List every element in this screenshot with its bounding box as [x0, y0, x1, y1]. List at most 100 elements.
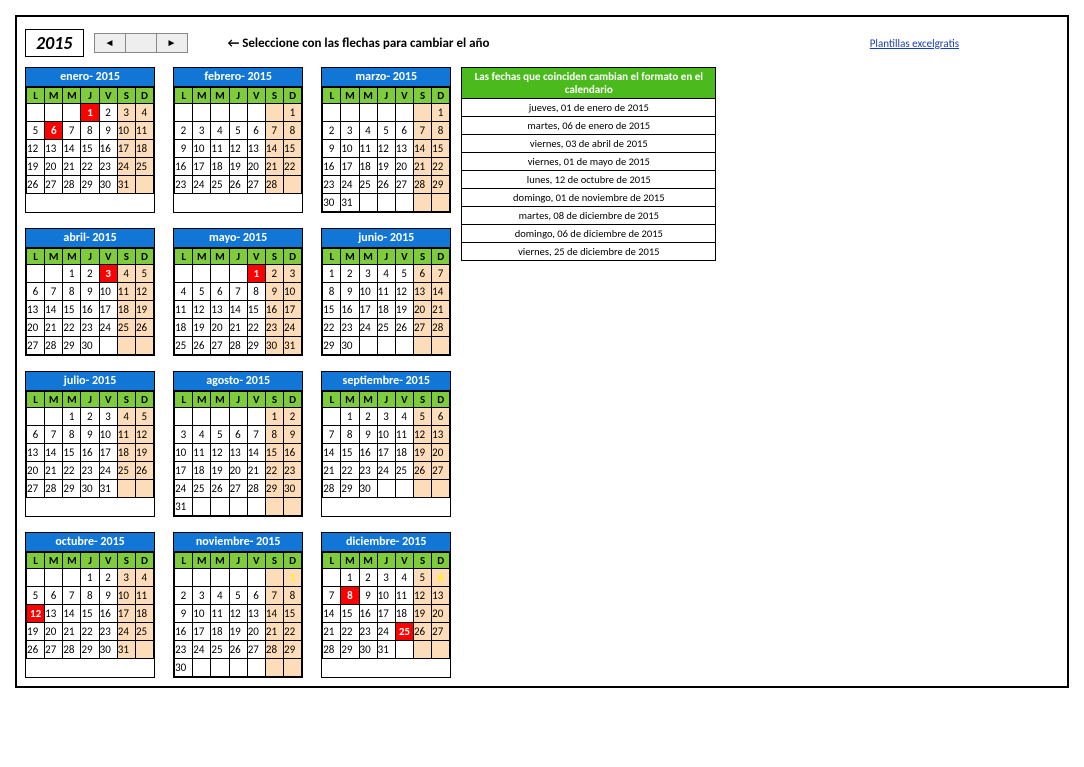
day-cell: 17	[341, 158, 359, 176]
day-cell: 3	[341, 122, 359, 140]
day-cell: 1	[341, 408, 359, 426]
topbar: 2015 ◄ ► ← Seleccione con las flechas pa…	[25, 25, 1059, 67]
day-cell: 5	[135, 265, 153, 283]
dow-header: L	[175, 553, 193, 569]
year-prev-button[interactable]: ◄	[95, 34, 125, 52]
day-cell: 10	[193, 605, 211, 623]
day-cell: 17	[117, 605, 135, 623]
day-cell: 17	[284, 301, 302, 319]
day-cell: 26	[193, 337, 211, 355]
day-cell: 21	[265, 158, 283, 176]
year-next-button[interactable]: ►	[157, 34, 187, 52]
day-cell: 21	[247, 462, 265, 480]
dow-header: J	[229, 249, 247, 265]
day-cell: 10	[117, 587, 135, 605]
dow-header: M	[211, 553, 229, 569]
day-cell: 10	[284, 283, 302, 301]
day-cell	[323, 104, 341, 122]
day-cell: 5	[193, 283, 211, 301]
day-cell: 31	[341, 194, 359, 212]
day-cell: 2	[175, 122, 193, 140]
day-cell	[413, 641, 431, 659]
day-cell: 21	[63, 623, 81, 641]
day-cell: 25	[175, 337, 193, 355]
day-cell: 4	[395, 569, 413, 587]
day-cell: 11	[377, 283, 395, 301]
day-cell	[175, 408, 193, 426]
day-cell: 10	[193, 140, 211, 158]
dow-header: L	[323, 553, 341, 569]
day-cell: 20	[211, 319, 229, 337]
day-cell: 28	[432, 319, 450, 337]
day-cell	[377, 480, 395, 498]
day-cell: 12	[211, 444, 229, 462]
day-cell: 22	[81, 158, 99, 176]
day-cell: 10	[377, 587, 395, 605]
day-cell	[229, 408, 247, 426]
day-cell: 20	[432, 444, 450, 462]
day-cell: 22	[323, 319, 341, 337]
day-cell: 6	[413, 265, 431, 283]
day-cell: 17	[175, 462, 193, 480]
day-cell: 13	[247, 605, 265, 623]
dow-header: V	[99, 392, 117, 408]
day-cell: 8	[81, 122, 99, 140]
dow-header: S	[413, 249, 431, 265]
day-cell: 6	[45, 122, 63, 140]
day-cell: 25	[193, 480, 211, 498]
day-cell	[229, 569, 247, 587]
day-cell: 3	[99, 408, 117, 426]
spinner-gap	[125, 34, 157, 52]
day-cell: 18	[175, 319, 193, 337]
day-cell: 17	[117, 140, 135, 158]
day-cell	[27, 569, 45, 587]
day-cell: 22	[63, 462, 81, 480]
day-cell	[377, 194, 395, 212]
month-septiembre: septiembre- 2015LMMJVSD12345678910111213…	[321, 371, 451, 517]
day-cell: 3	[377, 408, 395, 426]
day-cell: 29	[247, 337, 265, 355]
day-cell: 3	[175, 426, 193, 444]
day-cell	[45, 408, 63, 426]
dow-header: M	[63, 249, 81, 265]
dow-header: L	[323, 88, 341, 104]
dow-header: M	[359, 553, 377, 569]
day-cell	[63, 569, 81, 587]
day-cell: 5	[395, 265, 413, 283]
day-cell: 6	[229, 426, 247, 444]
dow-header: M	[193, 249, 211, 265]
day-cell: 4	[377, 265, 395, 283]
day-cell: 19	[135, 301, 153, 319]
year-spinner: ◄ ►	[94, 33, 188, 53]
day-cell: 5	[27, 587, 45, 605]
day-cell: 29	[323, 337, 341, 355]
day-cell: 9	[265, 283, 283, 301]
templates-link[interactable]: Plantillas excelgratis	[870, 37, 959, 50]
day-cell: 30	[323, 194, 341, 212]
day-cell: 1	[247, 265, 265, 283]
day-cell: 9	[99, 122, 117, 140]
day-cell	[413, 480, 431, 498]
day-cell	[284, 176, 302, 194]
day-cell: 10	[359, 283, 377, 301]
day-cell: 17	[193, 158, 211, 176]
day-cell: 10	[175, 444, 193, 462]
day-cell	[211, 408, 229, 426]
dow-header: L	[27, 392, 45, 408]
day-cell	[117, 480, 135, 498]
dow-header: J	[377, 553, 395, 569]
dow-header: M	[211, 88, 229, 104]
day-cell: 2	[265, 265, 283, 283]
day-cell: 13	[432, 426, 450, 444]
day-cell: 7	[265, 122, 283, 140]
month-diciembre: diciembre- 2015LMMJVSD123456789101112131…	[321, 532, 451, 678]
day-cell	[265, 659, 283, 677]
day-cell: 24	[377, 623, 395, 641]
day-cell: 1	[265, 408, 283, 426]
day-cell: 24	[175, 480, 193, 498]
day-cell: 15	[432, 140, 450, 158]
day-cell: 10	[99, 426, 117, 444]
day-cell: 23	[284, 462, 302, 480]
dow-header: M	[63, 88, 81, 104]
month-title: diciembre- 2015	[322, 533, 450, 552]
